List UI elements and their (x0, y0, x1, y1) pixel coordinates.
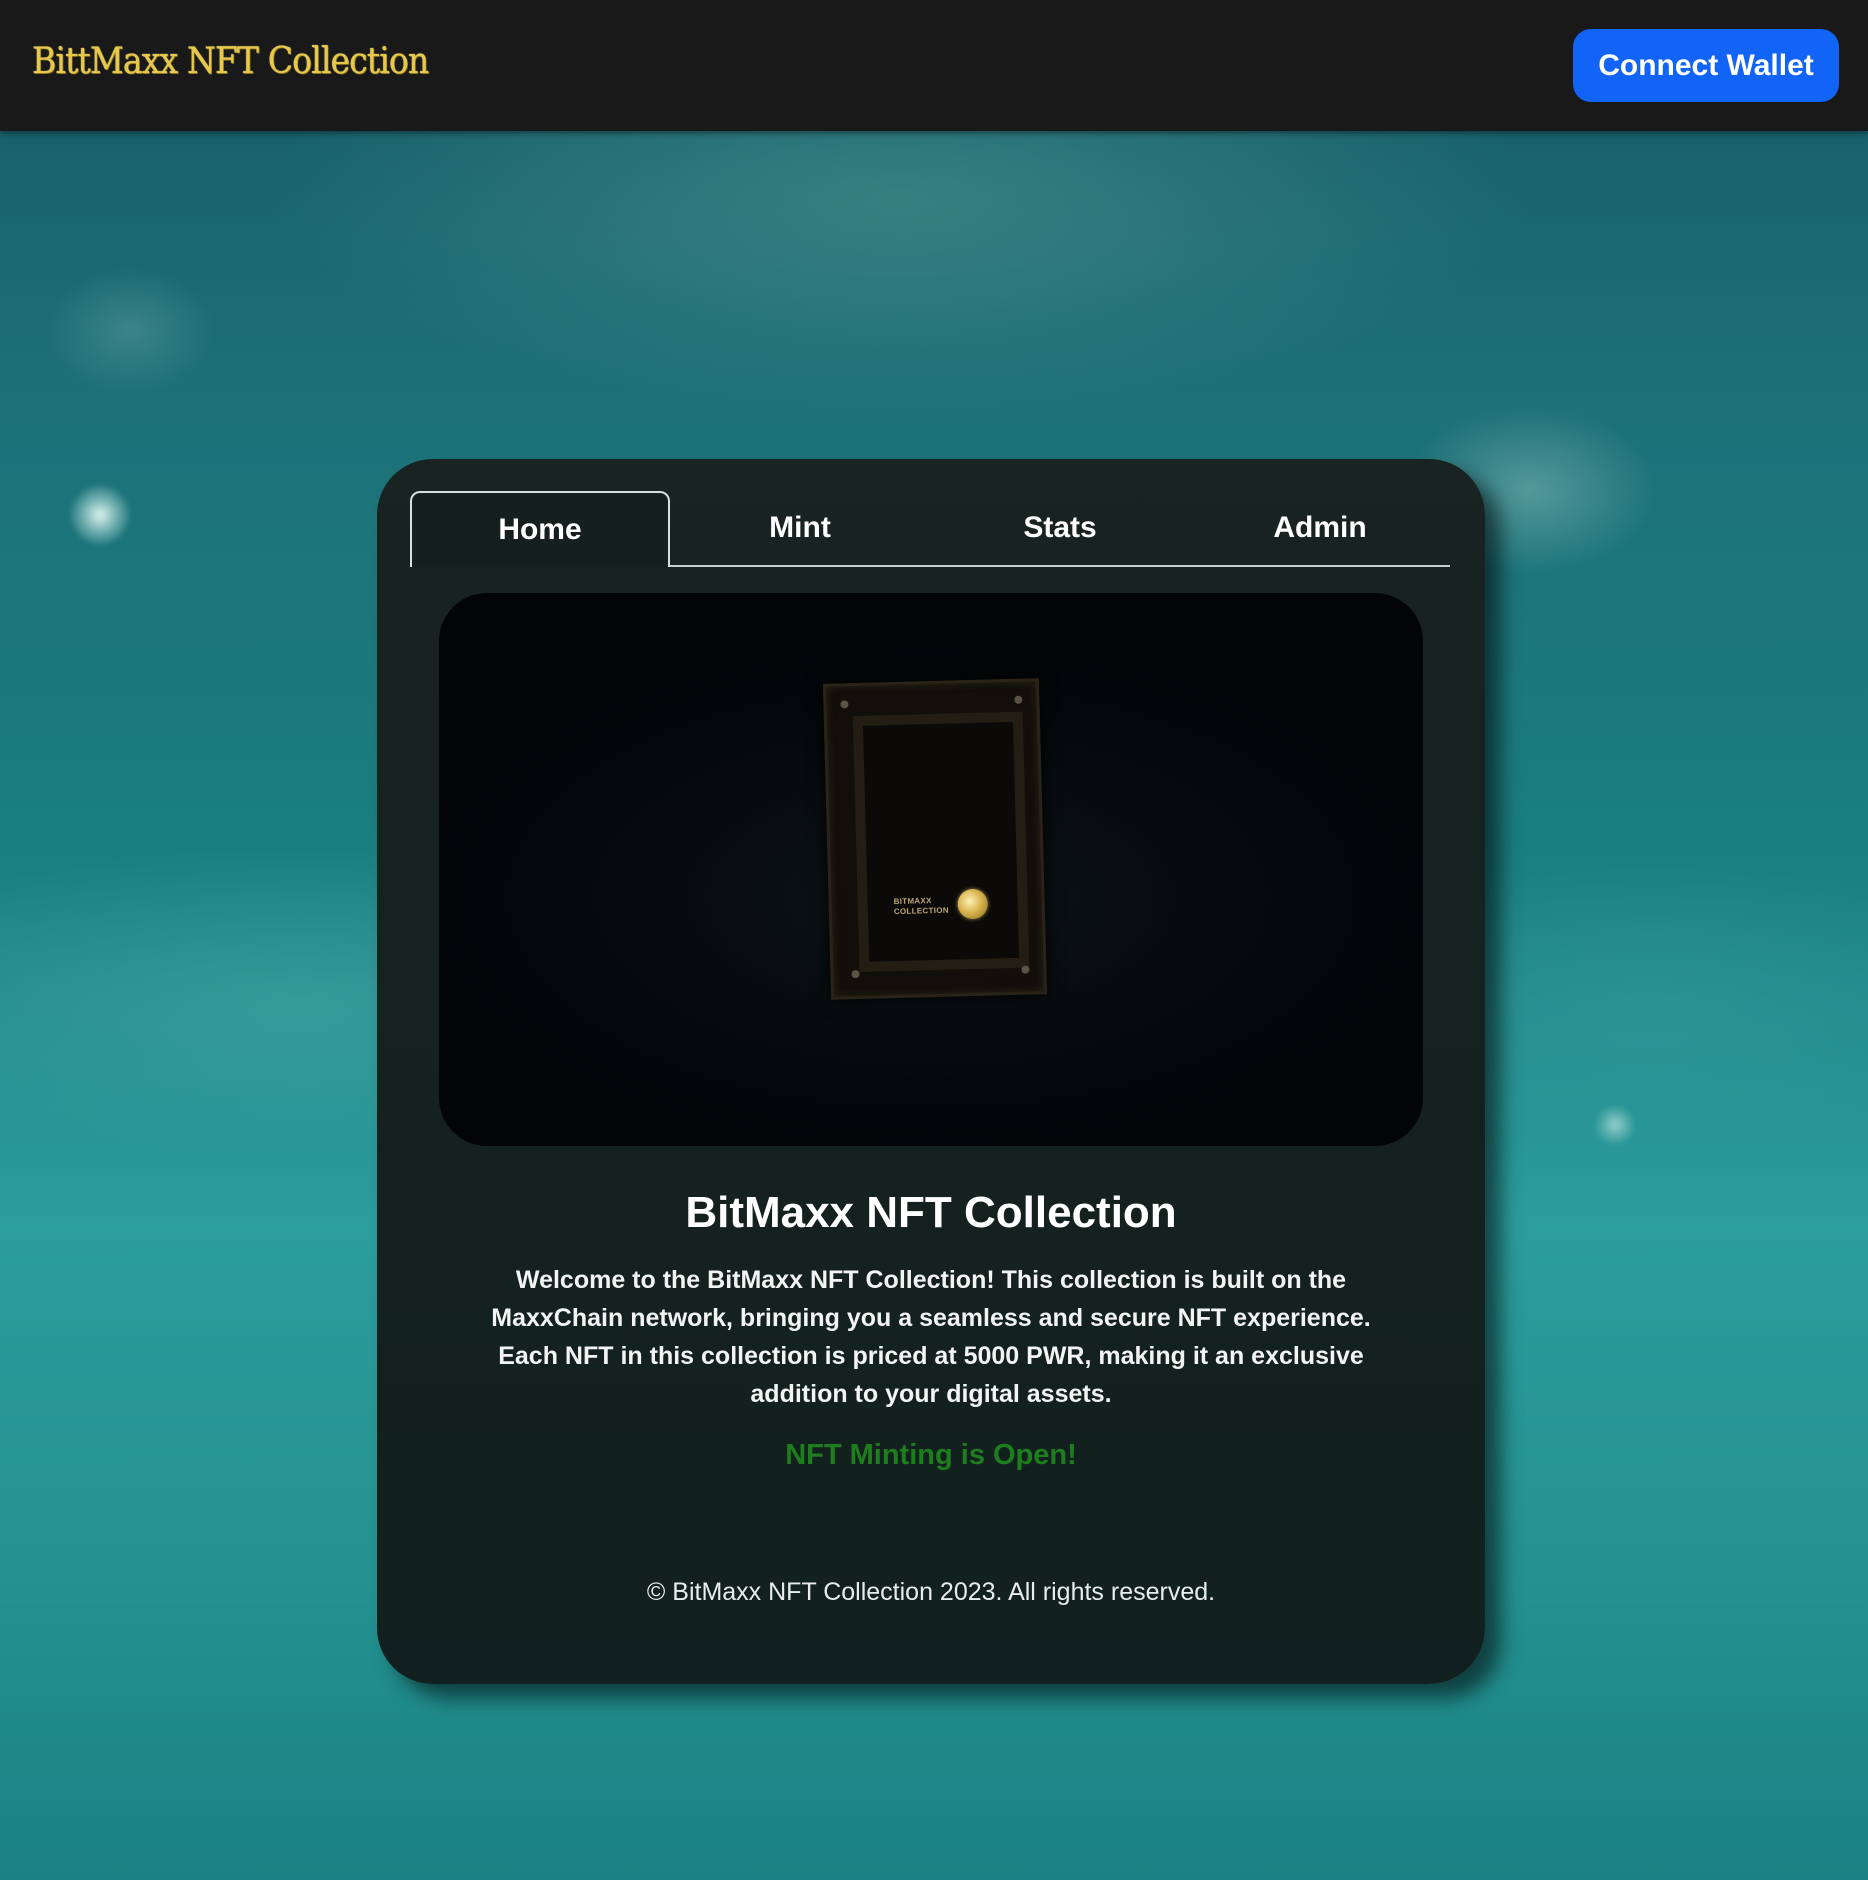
background-light-spot (1595, 1105, 1635, 1145)
collection-description: Welcome to the BitMaxx NFT Collection! T… (491, 1266, 1371, 1408)
copyright-footer: © BitMaxx NFT Collection 2023. All right… (646, 1578, 1216, 1606)
nft-case-image: BITMAXX COLLECTION (822, 678, 1048, 1000)
tab-admin[interactable]: Admin (1190, 491, 1450, 565)
top-navbar: BittMaxx NFT Collection Connect Wallet (0, 0, 1868, 131)
case-label-line2: COLLECTION (893, 905, 949, 917)
case-screw (1021, 965, 1030, 974)
minting-status-text: NFT Minting is Open! (785, 1439, 1077, 1471)
collection-title: BitMaxx NFT Collection (685, 1188, 1177, 1237)
case-screw (851, 970, 860, 979)
tab-stats[interactable]: Stats (930, 491, 1190, 565)
tab-home[interactable]: Home (410, 491, 670, 567)
case-label: BITMAXX COLLECTION (894, 896, 950, 917)
tab-mint[interactable]: Mint (670, 491, 930, 565)
connect-wallet-button[interactable]: Connect Wallet (1573, 29, 1839, 102)
site-logo[interactable]: BittMaxx NFT Collection (32, 36, 429, 88)
tab-bar: Home Mint Stats Admin (410, 491, 1450, 567)
case-screw (840, 700, 849, 709)
case-screw (1014, 695, 1023, 704)
nft-case-window (852, 711, 1030, 973)
background-light-spot (70, 485, 130, 545)
main-card: Home Mint Stats Admin BITMAXX COLLECTION… (377, 459, 1485, 1684)
hero-nft-image: BITMAXX COLLECTION (439, 593, 1423, 1146)
